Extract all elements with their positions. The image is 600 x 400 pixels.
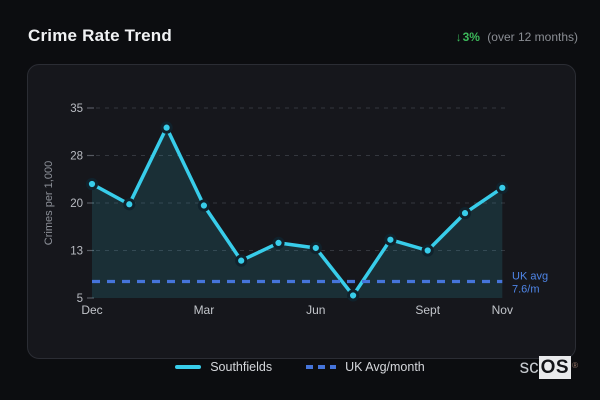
svg-text:Crimes per 1,000: Crimes per 1,000 — [43, 161, 55, 245]
legend-item-uk-avg[interactable]: UK Avg/month — [306, 360, 425, 374]
chart-legend: Southfields UK Avg/month — [0, 357, 600, 377]
logo-suffix: OS — [538, 356, 572, 379]
svg-text:Dec: Dec — [81, 303, 102, 317]
registered-mark-icon: ® — [572, 361, 578, 370]
svg-text:13: 13 — [70, 246, 83, 258]
blue-dashed-swatch-icon — [306, 365, 337, 369]
crime-rate-dashboard: Crime Rate Trend ↓3% (over 12 months) 35… — [0, 0, 600, 400]
legend-label: UK Avg/month — [345, 360, 425, 374]
legend-label: Southfields — [210, 360, 273, 374]
trend-percent: 3% — [462, 30, 480, 44]
svg-text:7.6/m: 7.6/m — [512, 284, 540, 296]
scos-logo: sc OS ® — [520, 356, 578, 379]
svg-text:Mar: Mar — [194, 303, 215, 317]
svg-text:35: 35 — [70, 103, 83, 115]
cyan-line-swatch-icon — [175, 365, 202, 369]
trend-indicator: ↓3% (over 12 months) — [456, 30, 578, 44]
header: Crime Rate Trend ↓3% (over 12 months) — [28, 26, 578, 46]
page-title: Crime Rate Trend — [28, 26, 172, 45]
crime-trend-line-chart: 352820135UK avg7.6/mDec Mar Jun Sept NovCrim… — [43, 103, 548, 317]
svg-text:Nov: Nov — [492, 303, 513, 317]
svg-text:Jun: Jun — [306, 303, 325, 317]
legend-item-southfields[interactable]: Southfields — [175, 360, 272, 374]
svg-text:28: 28 — [70, 151, 83, 163]
logo-prefix: sc — [519, 357, 539, 378]
down-arrow-icon: ↓ — [455, 30, 462, 44]
svg-text:20: 20 — [70, 198, 83, 210]
svg-text:Sept: Sept — [415, 303, 440, 317]
svg-text:UK avg: UK avg — [512, 271, 548, 283]
trend-period: (over 12 months) — [487, 30, 578, 44]
chart-card: 35 28 20 13 5 UK avg 7.6/m Dec Mar Jun Sept Nov Crim… — [27, 64, 576, 359]
